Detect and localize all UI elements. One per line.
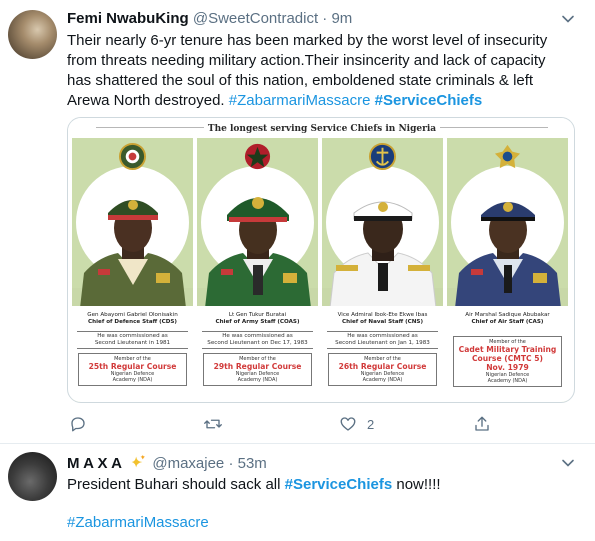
reply-icon (71, 417, 85, 432)
course-box: Member of the 26th Regular Course Nigeri… (328, 353, 437, 386)
chief-info: Vice Admiral Ibok-Ete Ekwe Ibas Chief of… (322, 306, 443, 402)
course-name: 26th Regular Course (338, 362, 427, 371)
course-name: 25th Regular Course (88, 362, 177, 371)
share-button[interactable] (473, 414, 501, 434)
display-name[interactable]: Femi NwabuKing (67, 10, 189, 27)
heart-icon (340, 417, 356, 431)
banner-title: The longest serving Service Chiefs in Ni… (203, 124, 441, 134)
hashtag-link[interactable]: #ServiceChiefs (375, 92, 483, 109)
image-banner: The longest serving Service Chiefs in Ni… (68, 118, 574, 136)
army-emblem-icon (244, 143, 271, 170)
course-name: 29th Regular Course (213, 362, 302, 371)
commission-note: He was commissioned as Second Lieutenant… (202, 331, 313, 349)
commission-line: He was commissioned as (347, 333, 418, 339)
display-name[interactable]: M A X A (67, 455, 122, 472)
retweet-icon (204, 419, 222, 429)
chief-info: Air Marshal Sadique Abubakar Chief of Ai… (447, 306, 568, 402)
chief-name: Lt Gen Tukur Buratai (228, 312, 287, 318)
commission-line: Second Lieutenant on Dec 17, 1983 (207, 340, 308, 346)
course-box: Member of the 25th Regular Course Nigeri… (78, 353, 187, 386)
chevron-down-icon[interactable] (561, 456, 575, 470)
defence-emblem-icon (118, 142, 147, 171)
handle[interactable]: @maxajee (152, 455, 224, 472)
commission-line: He was commissioned as (97, 333, 168, 339)
commission-note: He was commissioned as Second Lieutenant… (327, 331, 438, 349)
course-box: Member of the Cadet Military Training Co… (453, 336, 562, 387)
tweet-image[interactable]: The longest serving Service Chiefs in Ni… (67, 117, 575, 403)
sparkle-emoji-icon (131, 454, 146, 468)
avatar[interactable] (8, 452, 57, 501)
tweet-header: Femi NwabuKing @SweetContradict · 9m (67, 9, 352, 29)
academy-line: Academy (NDA) (487, 378, 528, 384)
course-name: Cadet Military Training (458, 345, 557, 354)
chief-panel: Air Marshal Sadique Abubakar Chief of Ai… (447, 138, 568, 402)
chief-panel: Lt Gen Tukur Buratai Chief of Army Staff… (197, 138, 318, 402)
reply-button[interactable] (69, 414, 97, 434)
hashtag-link[interactable]: #ServiceChiefs (285, 476, 393, 493)
chief-info: Lt Gen Tukur Buratai Chief of Army Staff… (197, 306, 318, 402)
tweet-text: Their nearly 6-yr tenure has been marked… (67, 31, 572, 111)
hashtag-link[interactable]: #ZabarmariMassacre (67, 514, 209, 531)
tweet-text: President Buhari should sack all #Servic… (67, 475, 572, 495)
portrait (205, 197, 311, 308)
commission-line: Second Lieutenant in 1981 (94, 340, 171, 346)
portrait (455, 202, 561, 308)
tweet[interactable]: Femi NwabuKing @SweetContradict · 9m The… (0, 0, 595, 444)
portrait (329, 201, 437, 308)
tweet-header: M A X A @maxajee · 53m (67, 454, 267, 474)
course-box: Member of the 29th Regular Course Nigeri… (203, 353, 312, 386)
commission-note: He was commissioned as Second Lieutenant… (77, 331, 188, 349)
timestamp[interactable]: 53m (238, 455, 267, 472)
academy-line: Academy (NDA) (362, 377, 403, 383)
chief-panel: Gen Abayomi Gabriel Olonisakin Chief of … (72, 138, 193, 402)
portrait (80, 200, 186, 308)
commission-line: Second Lieutenant on Jan 1, 1983 (335, 340, 430, 346)
chief-info: Gen Abayomi Gabriel Olonisakin Chief of … (72, 306, 193, 402)
tweet[interactable]: M A X A @maxajee · 53m President Buhari … (0, 444, 595, 541)
chief-role: Chief of Air Staff (CAS) (471, 319, 544, 325)
course-date: Nov. 1979 (486, 363, 529, 372)
chief-panel: Vice Admiral Ibok-Ete Ekwe Ibas Chief of… (322, 138, 443, 402)
hashtag-link[interactable]: #ZabarmariMassacre (229, 92, 371, 109)
avatar[interactable] (8, 10, 57, 59)
chief-name: Air Marshal Sadique Abubakar (465, 312, 550, 318)
separator: · (322, 10, 328, 27)
chief-role: Chief of Naval Staff (CNS) (341, 319, 424, 325)
share-icon (475, 416, 489, 431)
separator: · (228, 455, 234, 472)
retweet-button[interactable] (203, 414, 233, 434)
timestamp[interactable]: 9m (331, 10, 352, 27)
academy-line: Academy (NDA) (237, 377, 278, 383)
chief-name: Gen Abayomi Gabriel Olonisakin (87, 312, 178, 318)
tweet-text-line: #ZabarmariMassacre (67, 513, 209, 533)
chief-role: Chief of Army Staff (COAS) (215, 319, 300, 325)
academy-line: Academy (NDA) (112, 377, 153, 383)
tweet-body: President Buhari should sack all (67, 476, 281, 493)
like-count: 2 (367, 416, 375, 432)
handle[interactable]: @SweetContradict (193, 10, 318, 27)
course-name: Course (CMTC 5) (471, 354, 543, 363)
commission-line: He was commissioned as (222, 333, 293, 339)
navy-emblem-icon (368, 142, 397, 171)
tweet-body: now!!!! (396, 476, 441, 493)
chief-name: Vice Admiral Ibok-Ete Ekwe Ibas (337, 312, 428, 318)
airforce-emblem-icon (494, 144, 521, 169)
tweet-actions: 2 (67, 410, 572, 438)
like-button[interactable]: 2 (339, 414, 374, 434)
chief-role: Chief of Defence Staff (CDS) (88, 319, 177, 325)
chevron-down-icon[interactable] (561, 12, 575, 26)
